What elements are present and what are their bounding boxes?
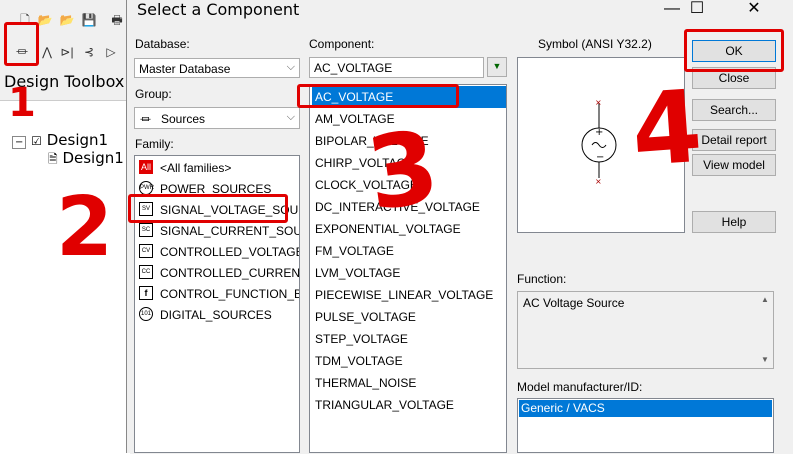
- function-label: Function:: [517, 272, 567, 286]
- design-tree: − ☑ Design1 🗎 Design1: [0, 100, 130, 454]
- annotation-number-1: 1: [8, 80, 36, 126]
- help-button[interactable]: Help: [692, 211, 776, 233]
- annotation-number-4: 4: [628, 67, 706, 190]
- place-analog-icon[interactable]: ▷: [102, 43, 120, 61]
- model-label: Model manufacturer/ID:: [517, 380, 643, 394]
- place-diode-icon[interactable]: ⊳|: [58, 43, 76, 61]
- place-transistor-icon[interactable]: ⊰: [80, 43, 98, 61]
- component-input-value: AC_VOLTAGE: [314, 61, 393, 75]
- function-textarea[interactable]: AC Voltage Source ▲ ▼: [517, 291, 774, 369]
- component-item[interactable]: FM_VOLTAGE: [312, 240, 506, 262]
- svg-text:+: +: [595, 127, 603, 138]
- controlled-current-icon: CC: [139, 265, 153, 279]
- svg-text:×: ×: [595, 98, 602, 107]
- tree-item-label: Design1: [46, 131, 109, 149]
- open-icon[interactable]: 📂: [58, 11, 76, 29]
- tree-item-label: Design1: [62, 149, 124, 167]
- model-list[interactable]: Generic / VACS: [517, 398, 774, 453]
- database-value: Master Database: [139, 62, 231, 76]
- component-label: Component:: [309, 37, 375, 51]
- place-basic-icon[interactable]: ⋀: [38, 43, 56, 61]
- save-icon[interactable]: 💾: [80, 11, 98, 29]
- maximize-button[interactable]: ☐: [682, 0, 712, 20]
- scroll-up-icon[interactable]: ▲: [757, 292, 773, 308]
- sources-icon: ⏛: [140, 114, 151, 126]
- chevron-down-icon: ⌵: [286, 61, 295, 73]
- family-label: Family:: [135, 137, 174, 151]
- group-label: Group:: [135, 87, 172, 101]
- component-item[interactable]: TDM_VOLTAGE: [312, 350, 506, 372]
- print-icon[interactable]: 🖶: [108, 11, 126, 29]
- component-item[interactable]: TRIANGULAR_VOLTAGE: [312, 394, 506, 416]
- annotation-box-toolbar: [4, 22, 39, 66]
- tree-item-sheet[interactable]: 🗎 Design1: [48, 149, 124, 171]
- group-dropdown[interactable]: ⏛ Sources ⌵: [134, 107, 300, 129]
- database-label: Database:: [135, 37, 190, 51]
- digital-source-icon: 101: [139, 307, 153, 321]
- dialog-title: Select a Component: [137, 0, 300, 19]
- component-item[interactable]: STEP_VOLTAGE: [312, 328, 506, 350]
- annotation-box-component: [297, 84, 459, 108]
- tree-item-design[interactable]: − ☑ Design1: [12, 131, 108, 149]
- search-button[interactable]: Search...: [692, 99, 776, 121]
- checkbox-icon[interactable]: ☑: [31, 134, 42, 148]
- annotation-number-2: 2: [56, 180, 114, 275]
- annotation-box-ok: [684, 29, 784, 72]
- schematic-sheet-icon: 🗎: [48, 152, 58, 166]
- svg-text:×: ×: [595, 177, 602, 186]
- controlled-voltage-icon: CV: [139, 244, 153, 258]
- component-item[interactable]: LVM_VOLTAGE: [312, 262, 506, 284]
- database-dropdown[interactable]: Master Database ⌵: [134, 58, 300, 78]
- power-source-icon: PWR: [139, 181, 154, 195]
- svg-text:−: −: [596, 152, 604, 163]
- component-item[interactable]: PIECEWISE_LINEAR_VOLTAGE: [312, 284, 506, 306]
- component-item[interactable]: PULSE_VOLTAGE: [312, 306, 506, 328]
- component-item[interactable]: THERMAL_NOISE: [312, 372, 506, 394]
- function-scrollbar[interactable]: ▲ ▼: [757, 292, 773, 368]
- all-families-icon: All: [139, 160, 153, 174]
- chevron-down-icon: ⌵: [286, 111, 295, 123]
- scroll-down-icon[interactable]: ▼: [757, 352, 773, 368]
- close-window-button[interactable]: ✕: [739, 0, 769, 20]
- detail-report-button[interactable]: Detail report: [692, 129, 776, 151]
- filter-icon[interactable]: ▼: [487, 57, 507, 77]
- collapse-icon[interactable]: −: [12, 136, 27, 149]
- component-search-input[interactable]: AC_VOLTAGE: [309, 57, 484, 78]
- symbol-label: Symbol (ANSI Y32.2): [538, 37, 652, 51]
- function-value: AC Voltage Source: [523, 296, 625, 310]
- signal-current-icon: SC: [139, 223, 153, 237]
- control-function-icon: f: [139, 286, 153, 300]
- model-item-selected[interactable]: Generic / VACS: [519, 400, 772, 417]
- annotation-box-family: [128, 194, 288, 223]
- group-value: Sources: [161, 112, 206, 126]
